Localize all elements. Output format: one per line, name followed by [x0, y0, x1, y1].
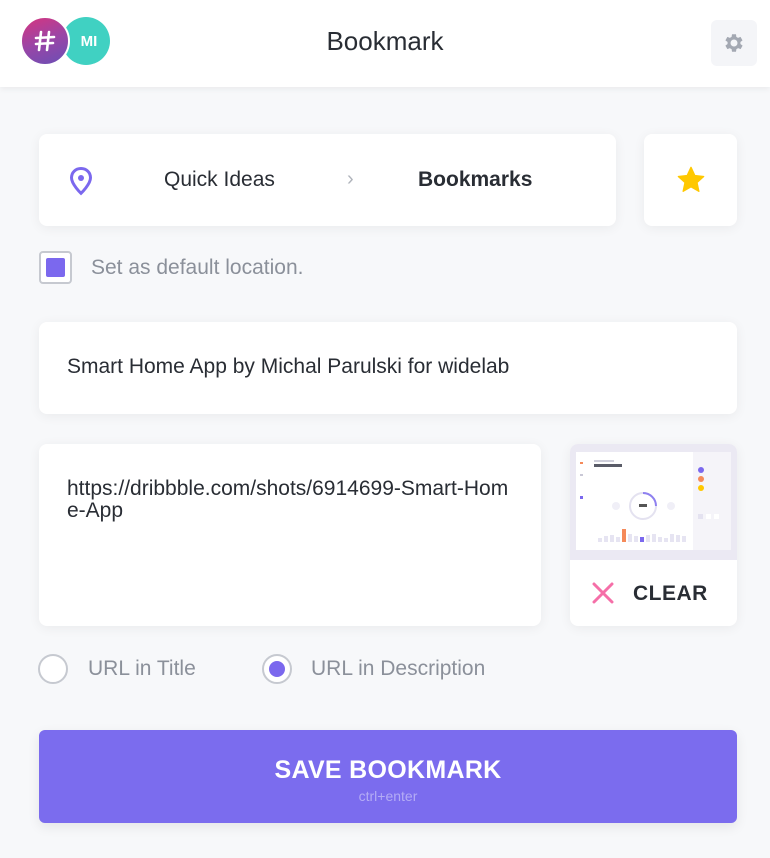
url-in-title-radio[interactable] [38, 654, 68, 684]
clear-label: CLEAR [633, 582, 708, 605]
breadcrumb-item-quick-ideas[interactable]: Quick Ideas [164, 168, 275, 192]
gear-icon [725, 34, 743, 52]
save-bookmark-label: SAVE BOOKMARK [274, 756, 502, 784]
breadcrumb-separator: › [347, 168, 354, 190]
hashtag-logo-icon [34, 30, 56, 52]
header: MI Bookmark [0, 0, 770, 87]
bookmark-title-input[interactable]: Smart Home App by Michal Parulski for wi… [39, 322, 737, 414]
thumbnail-graphic [576, 452, 731, 550]
url-in-title-label[interactable]: URL in Title [88, 657, 196, 681]
workspace-avatar[interactable] [20, 16, 70, 66]
url-in-description-label[interactable]: URL in Description [311, 657, 485, 681]
default-location-label: Set as default location. [91, 256, 304, 279]
location-selector[interactable]: Quick Ideas › Bookmarks [39, 134, 616, 226]
page-title: Bookmark [326, 26, 444, 56]
thumbnail-image [576, 452, 731, 550]
clear-preview-button[interactable]: CLEAR [570, 560, 737, 626]
breadcrumb-item-bookmarks[interactable]: Bookmarks [418, 168, 532, 192]
save-bookmark-button[interactable]: SAVE BOOKMARK ctrl+enter [39, 730, 737, 823]
settings-button[interactable] [711, 20, 757, 66]
bookmark-url-input[interactable]: https://dribbble.com/shots/6914699-Smart… [39, 444, 541, 626]
page-thumbnail [570, 444, 737, 560]
default-location-checkbox[interactable] [39, 251, 72, 284]
location-pin-icon [69, 166, 93, 196]
close-icon [592, 582, 614, 604]
url-in-description-radio[interactable] [262, 654, 292, 684]
keyboard-shortcut-hint: ctrl+enter [358, 788, 418, 804]
preview-card: CLEAR [570, 444, 737, 626]
favorite-button[interactable] [644, 134, 737, 226]
star-icon [677, 166, 704, 192]
